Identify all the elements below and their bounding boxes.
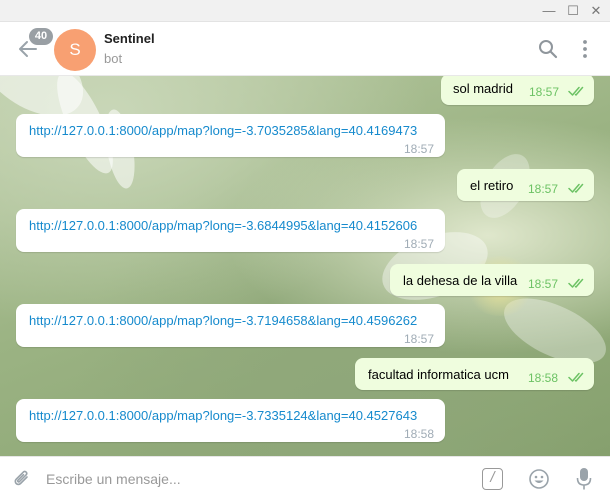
message-link[interactable]: http://127.0.0.1:8000/app/map?long=-3.70… [29,123,417,138]
microphone-icon[interactable] [575,467,593,491]
message-time: 18:57 [404,142,435,156]
message-time: 18:57 [404,332,435,346]
outgoing-message[interactable]: el retiro 18:57 [457,169,594,201]
double-check-icon [568,372,584,382]
message-link[interactable]: http://127.0.0.1:8000/app/map?long=-3.68… [29,218,417,233]
minimize-button[interactable]: — [541,3,557,19]
incoming-message[interactable]: http://127.0.0.1:8000/app/map?long=-3.71… [16,304,445,347]
message-link[interactable]: http://127.0.0.1:8000/app/map?long=-3.73… [29,408,417,423]
outgoing-message[interactable]: la dehesa de la villa 18:57 [390,264,594,296]
outgoing-message[interactable]: facultad informatica ucm 18:58 [355,358,594,390]
incoming-message[interactable]: http://127.0.0.1:8000/app/map?long=-3.73… [16,399,445,442]
emoji-icon[interactable] [528,468,550,490]
message-text: el retiro [470,178,514,193]
double-check-icon [568,278,584,288]
incoming-message[interactable]: http://127.0.0.1:8000/app/map?long=-3.68… [16,209,445,252]
chat-status: bot [104,51,123,66]
message-time: 18:57 [528,277,559,291]
window-titlebar: — ☐ ✕ [0,0,610,22]
message-list[interactable]: sol madrid 18:57 http://127.0.0.1:8000/a… [0,76,610,456]
message-time: 18:57 [528,182,559,196]
maximize-button[interactable]: ☐ [565,3,581,19]
close-button[interactable]: ✕ [588,3,604,19]
unread-count-badge: 40 [29,28,53,45]
outgoing-message[interactable]: sol madrid 18:57 [441,76,594,105]
message-composer: / [0,456,610,501]
search-icon[interactable] [537,38,559,60]
double-check-icon [568,86,584,96]
avatar[interactable]: S [54,29,96,71]
message-time: 18:57 [404,237,435,251]
more-vertical-icon[interactable] [578,38,592,60]
message-link[interactable]: http://127.0.0.1:8000/app/map?long=-3.71… [29,313,417,328]
message-time: 18:57 [529,85,560,99]
message-time: 18:58 [528,371,559,385]
message-time: 18:58 [404,427,435,441]
paperclip-icon[interactable] [11,468,33,490]
incoming-message[interactable]: http://127.0.0.1:8000/app/map?long=-3.70… [16,114,445,157]
message-text: facultad informatica ucm [368,367,509,382]
message-text: sol madrid [453,81,513,96]
double-check-icon [568,183,584,193]
bot-command-button[interactable]: / [482,468,503,490]
chat-header: 40 S Sentinel bot [0,22,610,76]
message-input[interactable] [46,465,466,493]
chat-title[interactable]: Sentinel [104,31,155,46]
message-text: la dehesa de la villa [403,273,518,288]
